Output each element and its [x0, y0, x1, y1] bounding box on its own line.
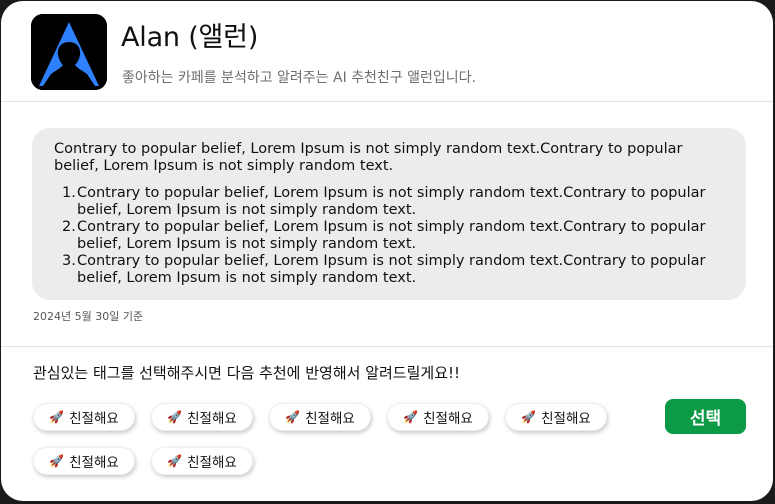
divider — [1, 346, 773, 347]
tag-label: 친절해요 — [187, 411, 237, 427]
tag-chip[interactable]: 🚀 친절해요 — [151, 447, 253, 475]
rocket-icon: 🚀 — [285, 410, 301, 424]
timestamp: 2024년 5월 30일 기준 — [33, 310, 144, 323]
list-item: 2. Contrary to popular belief, Lorem Ipsu… — [62, 219, 718, 253]
tag-label: 친절해요 — [541, 411, 591, 427]
rocket-icon: 🚀 — [167, 454, 183, 468]
tag-label: 친절해요 — [423, 411, 473, 427]
rocket-icon: 🚀 — [403, 410, 419, 424]
tag-chip[interactable]: 🚀 친절해요 — [33, 403, 135, 431]
list-item-number: 3. — [62, 253, 76, 269]
tag-label: 친절해요 — [69, 411, 119, 427]
list-item: 3. Contrary to popular belief, Lorem Ipsu… — [62, 253, 718, 287]
tag-prompt: 관심있는 태그를 선택해주시면 다음 추천에 반영해서 알려드릴게요!! — [33, 364, 461, 382]
list-item-text: Contrary to popular belief, Lorem Ipsum … — [77, 185, 706, 218]
tag-label: 친절해요 — [69, 455, 119, 471]
list-item: 1. Contrary to popular belief, Lorem Ipsu… — [62, 185, 718, 219]
app-subtitle: 좋아하는 카페를 분석하고 알려주는 AI 추천친구 앨런입니다. — [122, 70, 476, 86]
message-bubble: Contrary to popular belief, Lorem Ipsum … — [32, 128, 746, 300]
app-title: Alan (앨런) — [121, 22, 259, 53]
tag-chip[interactable]: 🚀 친절해요 — [33, 447, 135, 475]
tag-label: 친절해요 — [305, 411, 355, 427]
rocket-icon: 🚀 — [49, 454, 65, 468]
message-list: 1. Contrary to popular belief, Lorem Ipsu… — [54, 185, 718, 287]
rocket-icon: 🚀 — [49, 410, 65, 424]
select-button[interactable]: 선택 — [665, 399, 746, 434]
tag-chip[interactable]: 🚀 친절해요 — [151, 403, 253, 431]
tag-chip[interactable]: 🚀 친절해요 — [505, 403, 607, 431]
person-silhouette-icon — [31, 14, 107, 90]
list-item-text: Contrary to popular belief, Lorem Ipsum … — [77, 253, 706, 286]
tag-label: 친절해요 — [187, 455, 237, 471]
rocket-icon: 🚀 — [521, 410, 537, 424]
header: Alan (앨런) 좋아하는 카페를 분석하고 알려주는 AI 추천친구 앨런입… — [1, 1, 773, 102]
rocket-icon: 🚀 — [167, 410, 183, 424]
app-window: Alan (앨런) 좋아하는 카페를 분석하고 알려주는 AI 추천친구 앨런입… — [1, 1, 773, 501]
tag-chip[interactable]: 🚀 친절해요 — [387, 403, 489, 431]
tag-chip[interactable]: 🚀 친절해요 — [269, 403, 371, 431]
message-intro: Contrary to popular belief, Lorem Ipsum … — [54, 141, 683, 174]
avatar — [31, 14, 107, 90]
list-item-number: 1. — [62, 185, 76, 201]
list-item-number: 2. — [62, 219, 76, 235]
list-item-text: Contrary to popular belief, Lorem Ipsum … — [77, 219, 706, 252]
